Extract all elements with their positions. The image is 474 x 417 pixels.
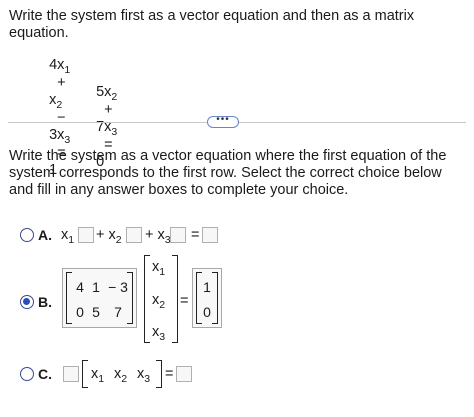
eq1-term2: x2 xyxy=(49,92,63,111)
c-var-x2: x2 xyxy=(114,366,128,385)
eq1-term1: 4x1 xyxy=(49,57,71,76)
choice-a-coef-2-box[interactable] xyxy=(126,227,142,243)
choice-c-equals: = xyxy=(165,366,174,382)
matrix-cell[interactable]: 7 xyxy=(108,304,128,320)
var-x1: x1 xyxy=(152,259,166,278)
rhs-cell[interactable]: 1 xyxy=(197,279,217,295)
c-var-x1: x1 xyxy=(91,366,105,385)
choice-a-x1: x1 xyxy=(61,227,75,246)
choice-a-coef-3-box[interactable] xyxy=(170,227,186,243)
var-x3: x3 xyxy=(152,324,166,343)
choice-a-rhs-box[interactable] xyxy=(202,227,218,243)
matrix-cell[interactable]: 1 xyxy=(86,279,106,295)
choice-a-radio[interactable] xyxy=(20,228,34,242)
part-prompt: Write the system as a vector equation wh… xyxy=(9,148,447,198)
matrix-cell[interactable]: − 3 xyxy=(106,279,130,295)
choice-a-coef-1-box[interactable] xyxy=(78,227,94,243)
c-left-bracket xyxy=(82,360,88,388)
choice-b-equals: = xyxy=(180,293,189,309)
choice-c-matrix-box[interactable] xyxy=(63,366,79,382)
vars-right-bracket xyxy=(172,255,178,343)
choice-a-equals: = xyxy=(191,227,200,243)
question-instruction: Write the system first as a vector equat… xyxy=(9,8,415,41)
eq1-term3: 3x3 xyxy=(49,127,71,146)
choice-c-label: C. xyxy=(38,366,52,382)
more-options-button[interactable]: ••• xyxy=(207,115,239,128)
choice-b-radio[interactable] xyxy=(20,295,34,309)
choice-a-x3: + x3 xyxy=(145,227,171,246)
vars-left-bracket xyxy=(144,255,150,343)
c-right-bracket xyxy=(156,360,162,388)
choice-b-label: B. xyxy=(38,294,52,310)
rhs-cell[interactable]: 0 xyxy=(197,304,217,320)
choice-a-x2: + x2 xyxy=(96,227,122,246)
var-x2: x2 xyxy=(152,292,166,311)
c-var-x3: x3 xyxy=(137,366,151,385)
choice-a-label: A. xyxy=(38,227,52,243)
choice-c-rhs-box[interactable] xyxy=(176,366,192,382)
matrix-cell[interactable]: 5 xyxy=(86,304,106,320)
eq2-term1: 5x2 xyxy=(96,84,118,103)
choice-c-radio[interactable] xyxy=(20,367,34,381)
